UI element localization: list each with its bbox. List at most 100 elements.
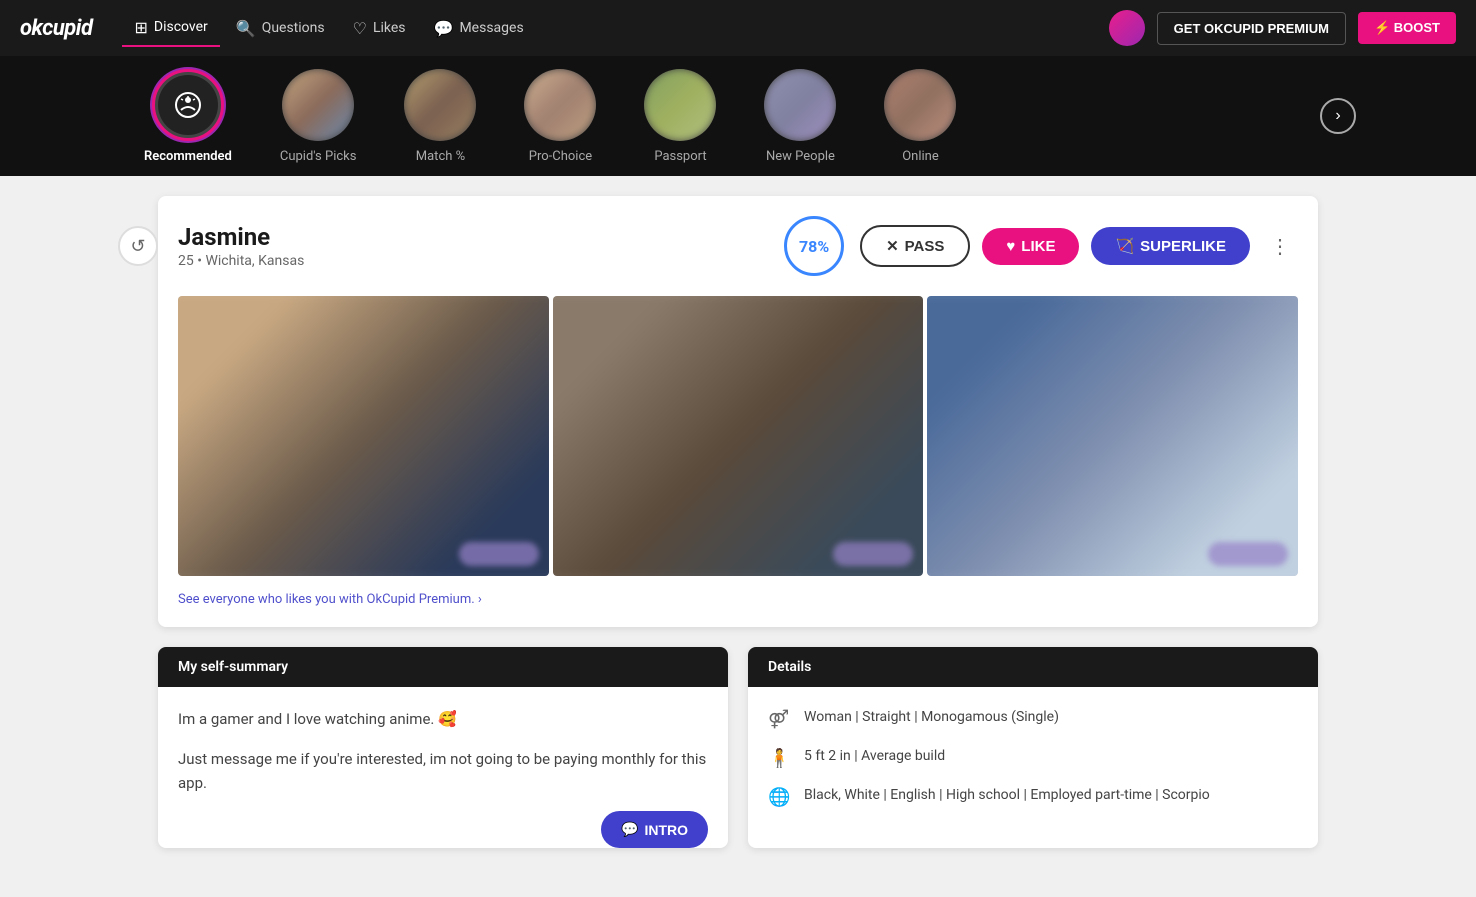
detail-row-1: ⚤ Woman | Straight | Monogamous (Single)	[768, 707, 1298, 730]
category-cupids-picks[interactable]: Cupid's Picks	[256, 69, 381, 164]
category-new-people[interactable]: New People	[740, 69, 860, 164]
nav-likes-label: Likes	[373, 20, 406, 36]
profile-header: ↺ Jasmine 25 • Wichita, Kansas 78% ✕ PAS…	[178, 216, 1298, 276]
recommended-thumb	[152, 69, 224, 141]
category-passport[interactable]: Passport	[620, 69, 740, 164]
match-circle: 78%	[784, 216, 844, 276]
boost-button[interactable]: ⚡ BOOST	[1358, 12, 1456, 44]
pro-choice-img	[524, 69, 596, 141]
online-img	[884, 69, 956, 141]
nav-messages-label: Messages	[459, 20, 523, 36]
height-icon: 🧍	[768, 748, 792, 769]
likes-icon: ♡	[353, 19, 367, 38]
pass-label: PASS	[905, 238, 945, 255]
like-button[interactable]: ♥ LIKE	[982, 228, 1079, 265]
main-nav: ⊞ Discover 🔍 Questions ♡ Likes 💬 Message…	[122, 10, 1108, 47]
like-heart-icon: ♥	[1006, 238, 1015, 255]
superlike-label: SUPERLIKE	[1140, 238, 1226, 255]
category-match[interactable]: Match %	[380, 69, 500, 164]
profile-name: Jasmine	[178, 223, 768, 251]
cupids-picks-thumb	[282, 69, 354, 141]
nav-questions[interactable]: 🔍 Questions	[224, 11, 337, 46]
more-options-button[interactable]: ⋮	[1262, 230, 1298, 263]
detail-row-2: 🧍 5 ft 2 in | Average build	[768, 746, 1298, 769]
profile-age-location: 25 • Wichita, Kansas	[178, 253, 768, 269]
category-pro-choice[interactable]: Pro-Choice	[500, 69, 620, 164]
photo-grid	[178, 296, 1298, 576]
nav-discover-label: Discover	[154, 19, 208, 35]
main-content: ↺ Jasmine 25 • Wichita, Kansas 78% ✕ PAS…	[138, 176, 1338, 868]
category-next-button[interactable]: ›	[1320, 98, 1356, 134]
cupids-picks-img	[282, 69, 354, 141]
photo-1[interactable]	[178, 296, 549, 576]
profile-location: Wichita, Kansas	[205, 253, 304, 269]
superlike-button[interactable]: 🏹 SUPERLIKE	[1091, 227, 1250, 265]
category-online[interactable]: Online	[860, 69, 980, 164]
superlike-icon: 🏹	[1115, 237, 1134, 255]
pass-x-icon: ✕	[886, 237, 899, 255]
photo-2-image	[553, 296, 924, 576]
self-summary-text2: Just message me if you're interested, im…	[178, 747, 708, 795]
category-pro-choice-label: Pro-Choice	[529, 149, 592, 164]
details-section: Details ⚤ Woman | Straight | Monogamous …	[748, 647, 1318, 848]
premium-cta[interactable]: See everyone who likes you with OkCupid …	[178, 592, 1298, 607]
passport-thumb	[644, 69, 716, 141]
category-online-label: Online	[902, 149, 939, 164]
header: okcupid ⊞ Discover 🔍 Questions ♡ Likes 💬…	[0, 0, 1476, 56]
detail-3-text: Black, White | English | High school | E…	[804, 785, 1210, 806]
match-thumb	[404, 69, 476, 141]
self-summary-header: My self-summary	[158, 647, 728, 687]
self-summary-text1: Im a gamer and I love watching anime. 🥰	[178, 707, 708, 731]
questions-icon: 🔍	[236, 19, 256, 38]
photo-3-image	[927, 296, 1298, 576]
detail-row-3: 🌐 Black, White | English | High school |…	[768, 785, 1298, 808]
pass-button[interactable]: ✕ PASS	[860, 225, 970, 267]
online-thumb	[884, 69, 956, 141]
profile-name-section: Jasmine 25 • Wichita, Kansas	[178, 223, 768, 269]
globe-icon: 🌐	[768, 787, 792, 808]
details-body: ⚤ Woman | Straight | Monogamous (Single)…	[748, 687, 1318, 844]
gender-icon: ⚤	[768, 709, 792, 730]
match-percent: 78%	[799, 237, 829, 256]
photo-1-image	[178, 296, 549, 576]
recommended-icon	[158, 75, 218, 135]
nav-messages[interactable]: 💬 Messages	[422, 11, 536, 46]
self-summary-section: My self-summary Im a gamer and I love wa…	[158, 647, 728, 848]
intro-label: INTRO	[644, 822, 688, 838]
premium-button[interactable]: GET OKCUPID PREMIUM	[1157, 12, 1346, 45]
pro-choice-thumb	[524, 69, 596, 141]
category-cupids-picks-label: Cupid's Picks	[280, 149, 357, 164]
app-logo[interactable]: okcupid	[20, 16, 92, 41]
undo-button[interactable]: ↺	[118, 226, 158, 266]
category-match-label: Match %	[416, 149, 465, 164]
header-right: GET OKCUPID PREMIUM ⚡ BOOST	[1109, 10, 1456, 46]
nav-questions-label: Questions	[262, 20, 325, 36]
detail-2-text: 5 ft 2 in | Average build	[804, 746, 945, 767]
nav-discover[interactable]: ⊞ Discover	[122, 10, 219, 47]
discover-icon: ⊞	[134, 18, 147, 37]
intro-icon: 💬	[621, 821, 638, 838]
new-people-thumb	[764, 69, 836, 141]
detail-1-text: Woman | Straight | Monogamous (Single)	[804, 707, 1059, 728]
profile-card: ↺ Jasmine 25 • Wichita, Kansas 78% ✕ PAS…	[158, 196, 1318, 627]
photo-1-overlay	[459, 542, 539, 566]
category-passport-label: Passport	[654, 149, 706, 164]
profile-age: 25	[178, 253, 194, 269]
category-recommended-label: Recommended	[144, 149, 232, 164]
category-new-people-label: New People	[766, 149, 835, 164]
self-summary-body: Im a gamer and I love watching anime. 🥰 …	[158, 687, 728, 831]
messages-icon: 💬	[434, 19, 454, 38]
category-recommended[interactable]: Recommended	[120, 69, 256, 164]
details-header: Details	[748, 647, 1318, 687]
photo-2[interactable]	[553, 296, 924, 576]
passport-img	[644, 69, 716, 141]
premium-cta-text: See everyone who likes you with OkCupid …	[178, 592, 482, 607]
profile-info-grid: My self-summary Im a gamer and I love wa…	[158, 647, 1318, 848]
match-img	[404, 69, 476, 141]
photo-3[interactable]	[927, 296, 1298, 576]
category-bar: Recommended Cupid's Picks Match % Pro-Ch…	[0, 56, 1476, 176]
avatar[interactable]	[1109, 10, 1145, 46]
nav-likes[interactable]: ♡ Likes	[341, 11, 418, 46]
like-label: LIKE	[1021, 238, 1055, 255]
intro-button[interactable]: 💬 INTRO	[601, 811, 708, 848]
